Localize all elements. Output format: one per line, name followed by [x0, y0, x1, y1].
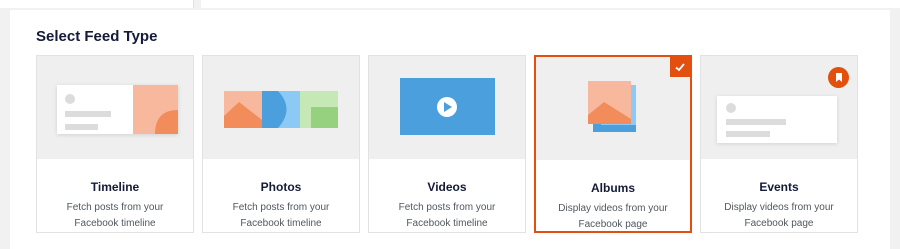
feed-type-cards: Timeline Fetch posts from your Facebook …	[36, 55, 858, 233]
selected-check-icon	[670, 57, 690, 77]
albums-illustration-icon	[588, 81, 636, 132]
top-right-panel-edge	[201, 0, 900, 8]
feed-type-card-timeline[interactable]: Timeline Fetch posts from your Facebook …	[36, 55, 194, 233]
top-left-panel-edge	[0, 0, 194, 8]
video-play-illustration-icon	[400, 78, 495, 135]
card-title: Timeline	[90, 180, 140, 194]
card-description: Fetch posts from your Facebook timeline	[66, 202, 164, 229]
bookmark-icon	[828, 67, 849, 88]
section-title: Select Feed Type	[36, 28, 158, 45]
card-title: Photos	[260, 180, 302, 194]
card-title: Events	[759, 180, 799, 194]
card-thumbnail	[536, 57, 690, 160]
card-title: Albums	[590, 181, 635, 195]
card-description: Fetch posts from your Facebook timeline	[232, 202, 330, 229]
card-title: Videos	[427, 180, 467, 194]
feed-type-panel: Select Feed Type Timeline Fetch posts fr…	[10, 10, 890, 249]
feed-type-card-albums[interactable]: Albums Display videos from your Facebook…	[534, 55, 692, 233]
card-thumbnail	[37, 56, 193, 159]
feed-type-card-events[interactable]: Events Display videos from your Facebook…	[700, 55, 858, 233]
photos-illustration-icon	[224, 91, 338, 128]
timeline-illustration-icon	[57, 85, 178, 134]
card-thumbnail	[203, 56, 359, 159]
feed-type-card-videos[interactable]: Videos Fetch posts from your Facebook ti…	[368, 55, 526, 233]
card-description: Display videos from your Facebook page	[724, 202, 834, 229]
card-thumbnail	[369, 56, 525, 159]
card-description: Display videos from your Facebook page	[558, 203, 668, 230]
card-description: Fetch posts from your Facebook timeline	[398, 202, 496, 229]
feed-type-card-photos[interactable]: Photos Fetch posts from your Facebook ti…	[202, 55, 360, 233]
